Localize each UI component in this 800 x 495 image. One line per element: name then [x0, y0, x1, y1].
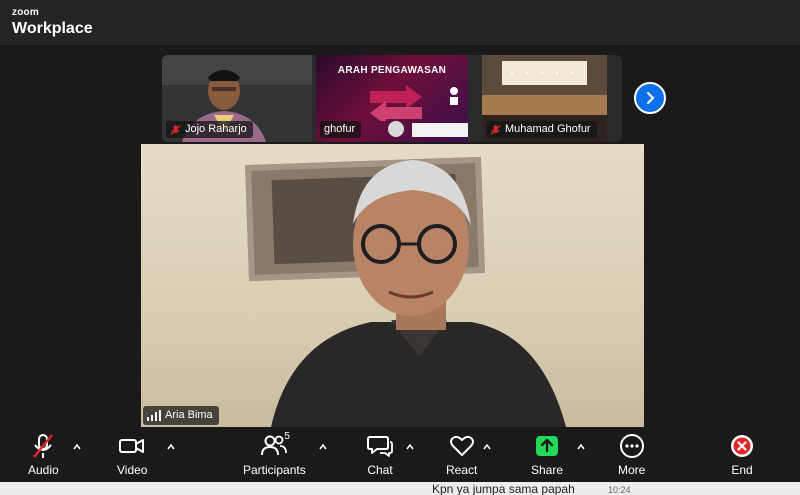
share-button[interactable]: Share — [531, 433, 563, 477]
participants-options-chevron-icon[interactable] — [318, 442, 328, 452]
participant-name: Jojo Raharjo — [185, 123, 247, 135]
video-label: Video — [117, 463, 148, 477]
mic-muted-icon — [170, 124, 181, 135]
more-label: More — [618, 463, 646, 477]
chat-message-text: Kpn ya jumpa sama papah — [432, 482, 575, 495]
share-options-chevron-icon[interactable] — [576, 442, 586, 452]
meeting-stage: Jojo Raharjo ARAH PENGAWASAN ghofur Muha… — [0, 45, 800, 427]
chat-options-chevron-icon[interactable] — [405, 442, 415, 452]
participant-name-tag: Muhamad Ghofur — [486, 121, 597, 138]
end-label: End — [731, 463, 753, 477]
chat-button[interactable]: Chat — [367, 433, 393, 477]
participant-name-tag: ghofur — [320, 121, 362, 138]
more-icon — [619, 434, 644, 458]
audio-options-chevron-icon[interactable] — [72, 442, 82, 452]
share-arrow-icon — [536, 436, 559, 456]
chat-label: Chat — [367, 463, 393, 477]
audio-label: Audio — [28, 463, 59, 477]
react-label: React — [446, 463, 478, 477]
participant-name-tag: Jojo Raharjo — [166, 121, 253, 138]
participants-label: Participants — [243, 463, 306, 477]
participant-name: Muhamad Ghofur — [505, 123, 591, 135]
more-button[interactable]: More — [618, 433, 645, 477]
chat-message-time: 10:24 — [608, 485, 631, 495]
chat-icon — [367, 436, 393, 457]
next-page-button[interactable] — [634, 82, 666, 114]
video-camera-icon — [119, 439, 145, 453]
logo-brand-big: Workplace — [12, 20, 93, 37]
video-button[interactable]: Video — [117, 433, 147, 477]
share-label: Share — [531, 463, 564, 477]
thumbnail-strip: Jojo Raharjo ARAH PENGAWASAN ghofur Muha… — [162, 55, 622, 142]
mic-muted-icon — [33, 434, 54, 458]
logo-brand-small: zoom — [12, 7, 39, 18]
speaker-figure — [271, 160, 566, 427]
end-meeting-button[interactable]: End — [729, 433, 755, 477]
participant-name: ghofur — [324, 123, 356, 135]
audio-button[interactable]: Audio — [28, 433, 59, 477]
react-options-chevron-icon[interactable] — [482, 442, 492, 452]
participant-tile[interactable]: Jojo Raharjo — [162, 55, 312, 142]
background-chat-window: Kpn ya jumpa sama papah 10:24 — [0, 482, 800, 495]
meeting-toolbar: Audio Video 5 Participants Chat React Sh… — [0, 427, 800, 482]
participants-count: 5 — [284, 431, 290, 442]
app-logo: zoom Workplace — [12, 8, 93, 37]
video-options-chevron-icon[interactable] — [166, 442, 176, 452]
end-x-icon — [731, 435, 753, 457]
mic-muted-icon — [490, 124, 501, 135]
participants-button[interactable]: 5 Participants — [243, 431, 306, 477]
active-speaker-video[interactable]: Aria Bima — [141, 144, 644, 427]
participant-tile[interactable]: Muhamad Ghofur — [482, 55, 607, 142]
react-button[interactable]: React — [446, 433, 477, 477]
signal-bars-icon — [147, 410, 161, 421]
speaker-name: Aria Bima — [165, 409, 213, 421]
title-bar: zoom Workplace — [0, 0, 800, 45]
heart-icon — [449, 435, 474, 456]
participant-tile[interactable]: ARAH PENGAWASAN ghofur — [316, 55, 468, 142]
chevron-right-icon — [647, 92, 654, 104]
speaker-name-tag: Aria Bima — [143, 406, 219, 425]
